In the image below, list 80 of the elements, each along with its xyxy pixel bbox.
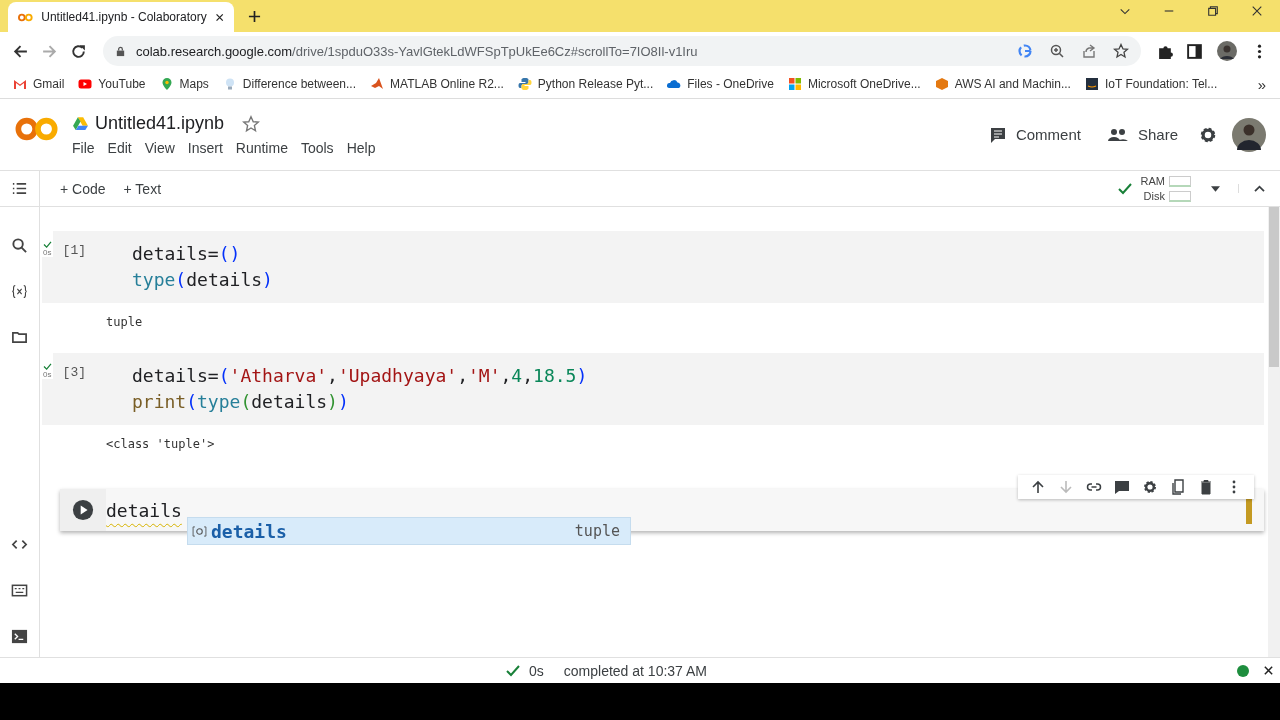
add-code-button[interactable]: + Code [54, 176, 112, 201]
bookmark[interactable]: AWS AI and Machin... [929, 77, 1080, 91]
variable-icon [192, 525, 207, 537]
cloud-icon [667, 77, 682, 91]
avatar-icon[interactable] [1232, 117, 1266, 152]
bookmark[interactable]: YouTube [73, 77, 155, 91]
share-button[interactable]: Share [1096, 120, 1188, 149]
code-editor[interactable]: details=('Atharva','Upadhyaya','M',4,18.5) print(type(details)) [86, 353, 1264, 425]
bookmark[interactable]: Python Release Pyt... [512, 77, 663, 91]
maps-icon [159, 77, 174, 91]
menu-item[interactable]: Help [346, 140, 389, 156]
browser-tab[interactable]: Untitled41.ipynb - Colaboratory [8, 2, 234, 32]
restore-icon[interactable] [1207, 4, 1219, 17]
close-icon[interactable] [214, 11, 224, 23]
comment-icon [988, 125, 1007, 144]
share-icon[interactable] [1081, 43, 1097, 59]
close-icon[interactable] [1263, 665, 1274, 676]
scrollbar-thumb[interactable] [1269, 207, 1279, 367]
more-bookmarks-button[interactable]: » [1257, 75, 1272, 93]
menu-item[interactable]: Tools [300, 140, 347, 156]
check-icon [42, 363, 52, 370]
gmail-icon [13, 77, 27, 91]
bookmark[interactable]: Difference between... [217, 77, 366, 91]
people-icon [1106, 127, 1129, 142]
execution-count: [1] [62, 242, 86, 260]
lock-icon [115, 45, 126, 57]
bookmark[interactable]: Gmail [8, 77, 74, 91]
cell-output: <class 'tuple'> [105, 436, 216, 453]
run-time: 0s [43, 248, 52, 257]
notebook-title[interactable]: Untitled41.ipynb [95, 113, 225, 134]
folder-icon[interactable] [11, 329, 28, 346]
windows-icon [787, 77, 802, 91]
search-icon[interactable] [11, 237, 28, 254]
menu-item[interactable]: Edit [107, 140, 145, 156]
cell-output: tuple [105, 314, 144, 331]
menu-item[interactable]: File [72, 140, 108, 156]
menu-item[interactable]: Runtime [235, 140, 301, 156]
google-icon[interactable] [1017, 43, 1033, 59]
star-icon[interactable] [1113, 43, 1129, 59]
run-time: 0s [43, 370, 52, 379]
address-bar[interactable]: colab.research.google.com/drive/1spduO33s-YavlGtekLdWFSpTpUkEe6Cz#scrollTo=7IO8Il-v1Iru [103, 36, 1141, 66]
table-of-contents-icon[interactable] [11, 180, 28, 197]
menu-item[interactable]: Insert [187, 140, 236, 156]
autocomplete-menu[interactable]: details tuple [187, 517, 631, 545]
status-message: completed at 10:37 AM [563, 662, 707, 679]
cube-icon [934, 77, 949, 91]
resources-indicator[interactable]: RAM Disk [1140, 173, 1191, 204]
terminal-icon[interactable] [11, 628, 28, 645]
zoom-icon[interactable] [1049, 43, 1065, 59]
star-icon[interactable] [242, 114, 261, 133]
bookmark[interactable]: IoT Foundation: Tel... [1079, 77, 1227, 91]
chevron-up-icon[interactable] [1238, 184, 1266, 193]
close-icon[interactable] [1251, 4, 1263, 17]
keyboard-icon[interactable] [11, 582, 28, 599]
bookmark[interactable]: Microsoft OneDrive... [782, 77, 930, 91]
connected-dot-icon [1237, 664, 1249, 677]
aws-icon [1084, 77, 1099, 91]
execution-count: [3] [62, 364, 86, 382]
dropdown-icon[interactable] [1211, 185, 1220, 192]
cell-focus-marker [1246, 496, 1252, 524]
youtube-icon [78, 77, 93, 91]
avatar-icon[interactable] [1217, 41, 1237, 61]
variables-icon[interactable] [11, 283, 28, 300]
comment-icon[interactable] [1112, 479, 1132, 495]
bookmark[interactable]: MATLAB Online R2... [365, 77, 513, 91]
bookmark[interactable]: Maps [154, 77, 218, 91]
run-cell-icon[interactable] [72, 499, 94, 521]
bookmark[interactable]: Files - OneDrive [662, 77, 783, 91]
colab-logo-icon [18, 11, 34, 23]
drive-icon [72, 116, 89, 131]
check-icon [42, 241, 52, 248]
execution-time: 0s [529, 662, 544, 679]
python-icon [517, 77, 532, 91]
code-input[interactable]: details [106, 499, 182, 521]
matlab-icon [370, 77, 385, 91]
code-editor[interactable]: details=() type(details) [86, 231, 1264, 303]
add-text-button[interactable]: + Text [117, 176, 168, 201]
new-tab-icon[interactable] [248, 10, 261, 23]
comment-button[interactable]: Comment [978, 119, 1091, 150]
menu-item[interactable]: View [144, 140, 188, 156]
